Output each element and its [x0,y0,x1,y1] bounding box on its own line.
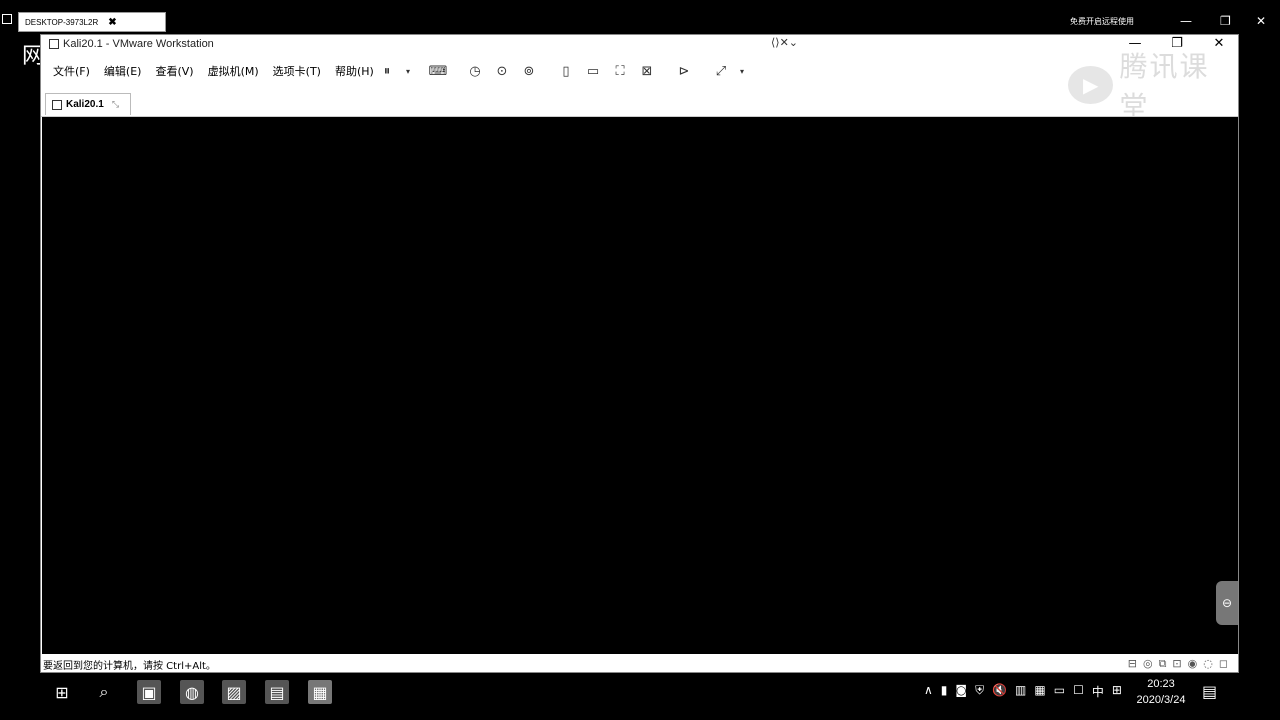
app-icon[interactable]: ▨ [222,680,246,704]
microphone-icon[interactable]: ▮ [941,683,948,700]
menu-help[interactable]: 帮助(H) [335,63,374,79]
clock[interactable]: 20:23 2020/3/24 [1136,676,1186,708]
remote-session-tab-label: DESKTOP-3973L2R [25,17,99,27]
message-log-icon[interactable]: ◻ [1219,657,1228,671]
display-icon[interactable]: ☐ [1073,683,1084,700]
tab-close-icon[interactable]: ⤡ [112,99,119,110]
shield-icon[interactable]: ⛨ [975,683,984,700]
cd-dvd-icon[interactable]: ◎ [1143,657,1153,671]
thumbnail-view-icon[interactable]: ▭ [582,62,604,80]
clock-date: 2020/3/24 [1136,694,1186,706]
printer-icon[interactable]: ◌ [1203,657,1213,671]
vmware-window: Kali20.1 - VMware Workstation ⟨⟩✕⌄ — ❐ ✕… [40,34,1239,673]
menu-view[interactable]: 查看(V) [155,63,193,79]
revert-snapshot-icon[interactable]: ⊙ [491,62,513,80]
snapshot-manager-icon[interactable]: ⊚ [518,62,540,80]
remote-session-bar: DESKTOP-3973L2R ✖ ✚ 免费开启远程使用 — ❐ ✕ [0,0,1280,34]
chevron-down-icon[interactable]: ▾ [403,62,413,80]
search-icon[interactable]: ⌕ [92,680,116,704]
close-icon[interactable]: ✖ [108,17,116,28]
tab-kali[interactable]: Kali20.1 ⤡ [45,93,131,115]
menu-file[interactable]: 文件(F) [53,63,90,79]
clock-time: 20:23 [1147,678,1175,690]
ime-grid-icon[interactable]: ⊞ [1112,683,1122,700]
network-icon[interactable]: ▥ [1015,683,1026,700]
rd-restore-icon[interactable]: ❐ [1220,14,1231,28]
menu-edit[interactable]: 编辑(E) [104,63,142,79]
tray-app-icon[interactable]: ▦ [1034,683,1045,700]
new-tab-button[interactable]: ✚ [121,13,131,27]
network-adapter-icon[interactable]: ⧉ [1159,657,1167,671]
pause-icon[interactable]: ⏸ [376,62,398,80]
stretch-guest-icon[interactable]: ⤢ [710,62,732,80]
snapshot-icon[interactable]: ◷ [464,62,486,80]
fullscreen-icon[interactable]: ⛶ [609,62,631,80]
notification-center-icon[interactable]: ▤ [1202,682,1217,701]
status-message: 要返回到您的计算机，请按 Ctrl+Alt。 [43,660,216,672]
console-view-icon[interactable]: ⊳ [673,62,695,80]
input-method-indicator[interactable]: 中 [1092,683,1104,700]
terminal-icon[interactable]: ▤ [265,680,289,704]
chrome-icon[interactable]: ◍ [180,680,204,704]
file-explorer-icon[interactable]: ▣ [137,680,161,704]
vmware-icon [49,39,59,49]
remote-session-tab[interactable]: DESKTOP-3973L2R ✖ [18,12,166,32]
send-ctrl-alt-del-icon[interactable]: ⌨ [427,62,449,80]
chevron-up-icon[interactable]: ∧ [924,683,933,700]
chevron-down-icon[interactable]: ▾ [737,62,747,80]
window-title: Kali20.1 - VMware Workstation [63,38,214,50]
menu-tabs[interactable]: 选项卡(T) [273,63,321,79]
hard-disk-icon[interactable]: ⊟ [1128,657,1137,671]
remote-banner-text: 免费开启远程使用 [1070,17,1134,26]
library-view-icon[interactable]: ▯ [555,62,577,80]
rd-minimize-icon[interactable]: — [1180,14,1192,28]
title-overlay-controls[interactable]: ⟨⟩✕⌄ [771,36,798,49]
system-tray: ∧ ▮ ◙ ⛨ 🔇 ▥ ▦ ▭ ☐ 中 ⊞ [924,683,1122,700]
status-bar: 要返回到您的计算机，请按 Ctrl+Alt。 ⊟ ◎ ⧉ ⊡ ◉ ◌ ◻ [41,655,1238,673]
volume-mute-icon[interactable]: 🔇 [992,683,1007,700]
usb-icon[interactable]: ⊡ [1172,657,1181,671]
tab-label: Kali20.1 [66,99,104,110]
side-panel-handle[interactable]: ⊖ [1216,581,1238,625]
taskbar: ⊞ ⌕ ▣ ◍ ▨ ▤ ▦ ∧ ▮ ◙ ⛨ 🔇 ▥ ▦ ▭ ☐ 中 ⊞ 20:2… [40,673,1239,711]
battery-icon[interactable]: ▭ [1054,683,1065,700]
start-icon[interactable]: ⊞ [50,680,74,704]
toolbar: ⏸ ▾ ⌨ ◷ ⊙ ⊚ ▯ ▭ ⛶ ⊠ ⊳ ⤢ ▾ [376,60,761,82]
chat-icon[interactable]: ◙ [955,683,967,700]
vm-icon [52,99,62,110]
unity-icon[interactable]: ⊠ [636,62,658,80]
title-bar[interactable]: Kali20.1 - VMware Workstation ⟨⟩✕⌄ — ❐ ✕ [41,35,1238,55]
vmware-taskbar-icon[interactable]: ▦ [308,680,332,704]
rd-close-icon[interactable]: ✕ [1256,14,1266,28]
vm-console-screen[interactable] [42,117,1238,654]
window-icon[interactable] [2,14,12,24]
sound-card-icon[interactable]: ◉ [1188,657,1198,671]
vm-tab-strip: Kali20.1 ⤡ [41,91,1238,117]
menu-vm[interactable]: 虚拟机(M) [208,63,259,79]
